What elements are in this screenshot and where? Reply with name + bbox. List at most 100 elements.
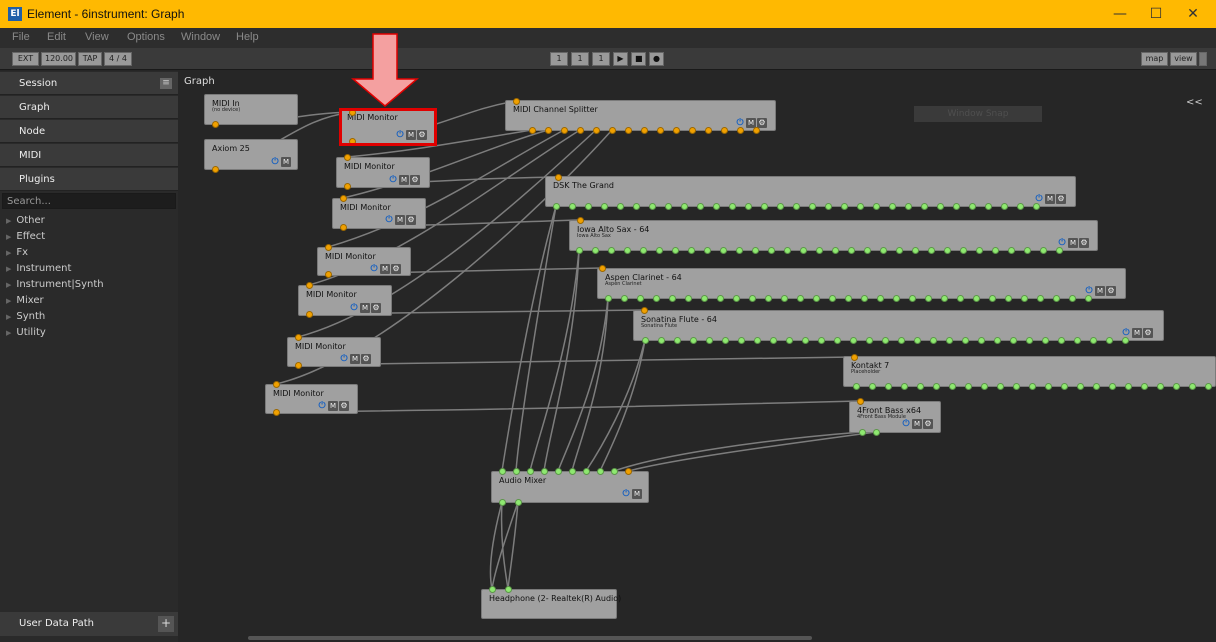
audio-port[interactable] bbox=[1108, 382, 1116, 390]
audio-port[interactable] bbox=[1068, 294, 1076, 302]
category-instrument[interactable]: ▶ Instrument bbox=[6, 261, 71, 276]
audio-port[interactable] bbox=[796, 294, 804, 302]
hamburger-menu-icon[interactable]: ≡ bbox=[160, 78, 172, 89]
settings-gear-icon[interactable]: ⚙ bbox=[371, 303, 381, 313]
midi-port[interactable] bbox=[850, 353, 858, 361]
audio-port[interactable] bbox=[737, 336, 745, 344]
add-path-button[interactable]: + bbox=[158, 616, 174, 632]
midi-port[interactable] bbox=[704, 126, 712, 134]
audio-port[interactable] bbox=[940, 294, 948, 302]
audio-port[interactable] bbox=[972, 294, 980, 302]
category-instrument-synth[interactable]: ▶ Instrument|Synth bbox=[6, 277, 104, 292]
close-button[interactable]: ✕ bbox=[1179, 4, 1207, 24]
audio-port[interactable] bbox=[526, 467, 534, 475]
audio-port[interactable] bbox=[703, 246, 711, 254]
graph-node[interactable]: Aspen Clarinet - 64 Aspen Clarinet bbox=[597, 268, 1126, 299]
tap-tempo-button[interactable]: TAP bbox=[78, 52, 102, 66]
midi-port[interactable] bbox=[560, 126, 568, 134]
audio-port[interactable] bbox=[833, 336, 841, 344]
audio-port[interactable] bbox=[1044, 382, 1052, 390]
audio-port[interactable] bbox=[684, 294, 692, 302]
audio-port[interactable] bbox=[641, 336, 649, 344]
midi-port[interactable] bbox=[576, 126, 584, 134]
audio-port[interactable] bbox=[623, 246, 631, 254]
audio-port[interactable] bbox=[945, 336, 953, 344]
midi-port[interactable] bbox=[720, 126, 728, 134]
power-button[interactable]: ⏻ bbox=[349, 303, 359, 313]
audio-port[interactable] bbox=[904, 202, 912, 210]
audio-port[interactable] bbox=[895, 246, 903, 254]
audio-port[interactable] bbox=[680, 202, 688, 210]
audio-port[interactable] bbox=[911, 246, 919, 254]
audio-port[interactable] bbox=[673, 336, 681, 344]
audio-port[interactable] bbox=[735, 246, 743, 254]
audio-port[interactable] bbox=[1004, 294, 1012, 302]
audio-port[interactable] bbox=[584, 202, 592, 210]
audio-port[interactable] bbox=[865, 336, 873, 344]
audio-port[interactable] bbox=[512, 467, 520, 475]
audio-port[interactable] bbox=[1036, 294, 1044, 302]
midi-port[interactable] bbox=[624, 126, 632, 134]
category-mixer[interactable]: ▶ Mixer bbox=[6, 293, 44, 308]
audio-port[interactable] bbox=[652, 294, 660, 302]
audio-port[interactable] bbox=[1073, 336, 1081, 344]
audio-port[interactable] bbox=[1039, 246, 1047, 254]
midi-port[interactable] bbox=[688, 126, 696, 134]
settings-gear-icon[interactable]: ⚙ bbox=[406, 215, 416, 225]
menu-options[interactable]: Options bbox=[127, 31, 165, 43]
settings-gear-icon[interactable]: ⚙ bbox=[361, 354, 371, 364]
midi-port[interactable] bbox=[640, 126, 648, 134]
mute-button[interactable]: M bbox=[360, 303, 370, 313]
layout-icon[interactable] bbox=[1199, 52, 1207, 66]
audio-port[interactable] bbox=[764, 294, 772, 302]
tab-session[interactable]: Session bbox=[0, 72, 178, 95]
menu-file[interactable]: File bbox=[12, 31, 30, 43]
tab-graph[interactable]: Graph bbox=[0, 96, 178, 119]
midi-port[interactable] bbox=[656, 126, 664, 134]
audio-port[interactable] bbox=[504, 585, 512, 593]
audio-port[interactable] bbox=[632, 202, 640, 210]
settings-gear-icon[interactable]: ⚙ bbox=[339, 401, 349, 411]
audio-port[interactable] bbox=[514, 498, 522, 506]
audio-port[interactable] bbox=[959, 246, 967, 254]
power-button[interactable]: ⏻ bbox=[901, 419, 911, 429]
audio-port[interactable] bbox=[828, 294, 836, 302]
audio-port[interactable] bbox=[721, 336, 729, 344]
audio-port[interactable] bbox=[929, 336, 937, 344]
audio-port[interactable] bbox=[812, 294, 820, 302]
audio-port[interactable] bbox=[863, 246, 871, 254]
audio-port[interactable] bbox=[908, 294, 916, 302]
audio-port[interactable] bbox=[554, 467, 562, 475]
audio-port[interactable] bbox=[664, 202, 672, 210]
audio-port[interactable] bbox=[824, 202, 832, 210]
audio-port[interactable] bbox=[696, 202, 704, 210]
audio-port[interactable] bbox=[760, 202, 768, 210]
audio-port[interactable] bbox=[817, 336, 825, 344]
audio-port[interactable] bbox=[932, 382, 940, 390]
audio-port[interactable] bbox=[776, 202, 784, 210]
audio-port[interactable] bbox=[498, 498, 506, 506]
mute-button[interactable]: M bbox=[281, 157, 291, 167]
category-effect[interactable]: ▶ Effect bbox=[6, 229, 45, 244]
midi-port[interactable] bbox=[528, 126, 536, 134]
audio-port[interactable] bbox=[1060, 382, 1068, 390]
mute-button[interactable]: M bbox=[1095, 286, 1105, 296]
plugin-search-input[interactable]: Search... bbox=[2, 193, 176, 209]
settings-gear-icon[interactable]: ⚙ bbox=[391, 264, 401, 274]
settings-gear-icon[interactable]: ⚙ bbox=[1143, 328, 1153, 338]
tab-midi[interactable]: MIDI bbox=[0, 144, 178, 167]
audio-port[interactable] bbox=[607, 246, 615, 254]
audio-port[interactable] bbox=[860, 294, 868, 302]
audio-port[interactable] bbox=[719, 246, 727, 254]
audio-port[interactable] bbox=[961, 336, 969, 344]
audio-port[interactable] bbox=[1032, 202, 1040, 210]
audio-port[interactable] bbox=[732, 294, 740, 302]
audio-port[interactable] bbox=[728, 202, 736, 210]
mute-button[interactable]: M bbox=[380, 264, 390, 274]
midi-port[interactable] bbox=[856, 397, 864, 405]
audio-port[interactable] bbox=[1041, 336, 1049, 344]
mute-button[interactable]: M bbox=[399, 175, 409, 185]
midi-port[interactable] bbox=[343, 182, 351, 190]
maximize-button[interactable]: ☐ bbox=[1142, 4, 1170, 24]
audio-port[interactable] bbox=[657, 336, 665, 344]
